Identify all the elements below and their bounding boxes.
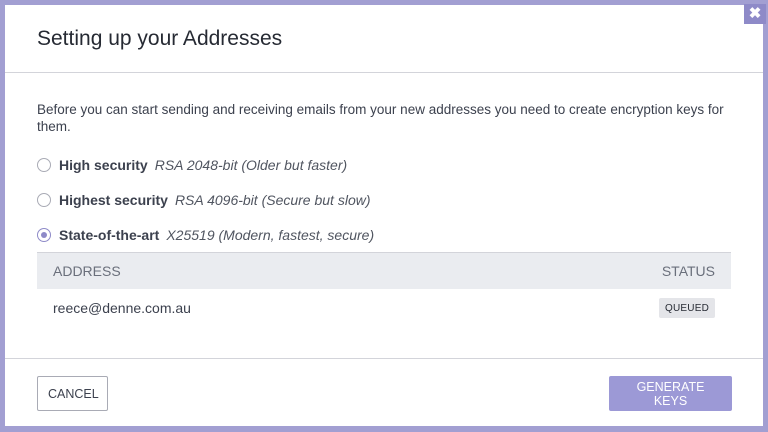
option-description: X25519 (Modern, fastest, secure) — [166, 226, 375, 243]
radio-state-of-the-art[interactable] — [37, 227, 51, 242]
address-table: Address Status reece@denne.com.au QUEUED — [37, 252, 731, 327]
table-row: reece@denne.com.au QUEUED — [37, 289, 731, 327]
modal-body: Before you can start sending and receivi… — [5, 73, 763, 359]
option-name: Highest security — [59, 191, 168, 208]
radio-high-security[interactable] — [37, 157, 51, 172]
intro-text: Before you can start sending and receivi… — [37, 102, 724, 134]
option-name: State-of-the-art — [59, 226, 160, 243]
option-state-of-the-art[interactable]: State-of-the-art X25519 (Modern, fastest… — [37, 217, 731, 252]
option-description: RSA 2048-bit (Older but faster) — [154, 156, 348, 173]
address-cell: reece@denne.com.au — [53, 300, 191, 316]
option-high-security[interactable]: High security RSA 2048-bit (Older but fa… — [37, 147, 731, 182]
option-highest-security[interactable]: Highest security RSA 4096-bit (Secure bu… — [37, 182, 731, 217]
cancel-button[interactable]: Cancel — [37, 376, 108, 411]
column-header-status: Status — [494, 252, 731, 289]
generate-keys-button[interactable]: Generate keys — [609, 376, 732, 411]
option-description: RSA 4096-bit (Secure but slow) — [174, 191, 371, 208]
table-header-row: Address Status — [37, 252, 731, 289]
modal-footer: Cancel Generate keys — [5, 359, 763, 426]
radio-highest-security[interactable] — [37, 192, 51, 207]
status-badge: QUEUED — [659, 298, 715, 318]
column-header-address: Address — [37, 252, 495, 289]
close-icon[interactable]: ✖ — [744, 4, 766, 24]
option-name: High security — [59, 156, 148, 173]
setup-addresses-modal: Setting up your Addresses Before you can… — [5, 5, 763, 426]
modal-header: Setting up your Addresses — [5, 5, 763, 73]
modal-title: Setting up your Addresses — [37, 27, 283, 50]
status-cell: QUEUED — [494, 289, 731, 327]
